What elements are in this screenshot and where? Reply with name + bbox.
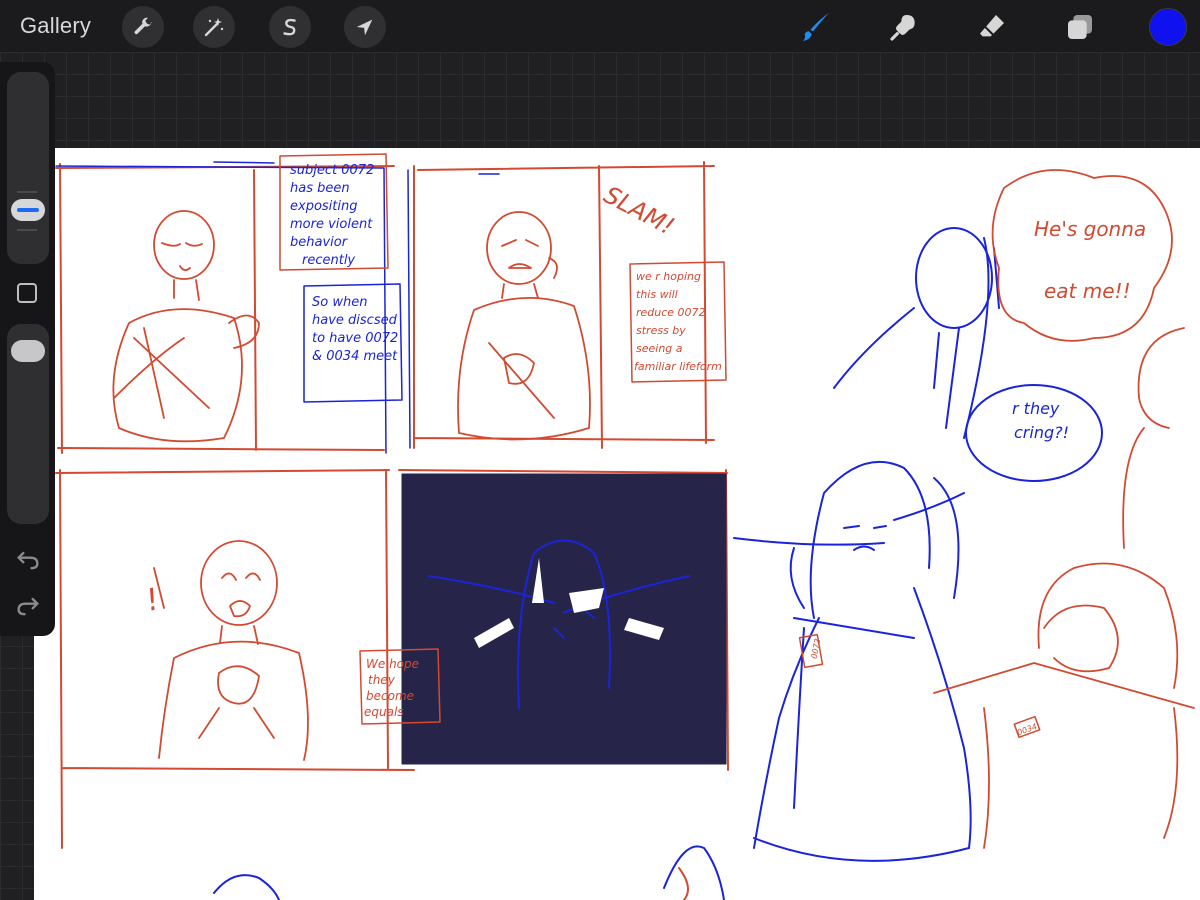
brush-tool[interactable] — [797, 8, 835, 46]
note1-line4: more violent — [290, 217, 373, 232]
smudge-tool[interactable] — [885, 8, 923, 46]
left-sidebar — [0, 62, 55, 636]
note3-line4: stress by — [636, 324, 686, 337]
brush-icon — [803, 12, 829, 42]
blue-figure-top — [833, 227, 1103, 482]
speech1-line1: He's gonna — [1034, 217, 1146, 241]
note3-line6: familiar lifeform — [634, 360, 722, 373]
top-toolbar: Gallery — [0, 0, 1200, 52]
selection-button[interactable] — [269, 6, 311, 48]
note1-line2: has been — [290, 181, 350, 196]
note1-line6: recently — [302, 253, 355, 268]
size-tick-bottom — [17, 229, 37, 231]
note2-line2: have discsed — [312, 313, 398, 328]
wrench-icon — [134, 17, 153, 35]
selection-s-icon — [283, 18, 296, 36]
eraser-icon — [980, 15, 1004, 37]
transform-button[interactable] — [344, 6, 386, 48]
eraser-tool[interactable] — [973, 8, 1011, 46]
panel1-character — [112, 210, 260, 443]
color-picker-button[interactable] — [1149, 8, 1187, 46]
smudge-icon — [890, 15, 915, 41]
bottom-scribbles — [213, 845, 725, 900]
svg-text:r they cring?!: r they cring?! — [1012, 399, 1069, 442]
undo-icon — [17, 551, 39, 570]
actions-button[interactable] — [122, 6, 164, 48]
brush-size-thumb[interactable] — [11, 199, 45, 221]
note1-line1: subject 0072 — [290, 163, 374, 178]
exclaim-mark: ! — [142, 582, 163, 619]
opacity-thumb[interactable] — [11, 340, 45, 362]
note1-line3: expositing — [290, 199, 357, 214]
speech2-line1: r they — [1012, 399, 1060, 418]
note3-line1: we r hoping — [636, 270, 701, 283]
panel3-character — [153, 540, 309, 761]
speech1-bubble — [991, 169, 1173, 342]
undo-button[interactable] — [14, 546, 42, 574]
note2-line4: & 0034 meet — [312, 349, 398, 364]
svg-text:we r hoping this will: we r hoping this will reduce 0072 stress… — [634, 270, 722, 373]
layers-icon — [1068, 15, 1092, 39]
note2-line3: to have 0072 — [312, 331, 398, 346]
svg-text:He's gonna eat me!!: He's gonna eat me!! — [1034, 217, 1153, 303]
redo-icon — [17, 597, 39, 616]
note2: So when have discsed to have 0072 & 0034… — [303, 283, 403, 403]
move-arrow-icon — [356, 19, 373, 36]
redo-button[interactable] — [14, 592, 42, 620]
opacity-slider[interactable] — [7, 324, 49, 524]
note3-line2: this will — [636, 288, 678, 301]
artwork: subject 0072 has been expositing more vi… — [55, 153, 1195, 900]
note4-line4: equals — [364, 705, 404, 719]
panel2-character — [457, 211, 591, 441]
adjustments-button[interactable] — [193, 6, 235, 48]
drawing-canvas[interactable]: subject 0072 has been expositing more vi… — [34, 148, 1200, 900]
note1-line5: behavior — [290, 235, 349, 250]
brush-size-slider[interactable] — [7, 72, 49, 264]
note2-line1: So when — [312, 295, 367, 310]
svg-text:So when have discsed: So when have discsed to have 0072 & 0034… — [312, 295, 402, 364]
slam-sfx: SLAM! — [599, 181, 679, 241]
note3: we r hoping this will reduce 0072 stress… — [629, 261, 727, 383]
magic-wand-icon — [204, 18, 224, 37]
panel-frames-blue — [55, 161, 500, 454]
note4-line1: We hope — [366, 657, 419, 671]
note4-line2: they — [368, 673, 396, 687]
modify-button[interactable] — [17, 283, 37, 303]
speech1-line2: eat me!! — [1044, 279, 1131, 303]
dark-panel — [401, 473, 727, 765]
note3-line3: reduce 0072 — [636, 306, 706, 319]
note1: subject 0072 has been expositing more vi… — [279, 153, 389, 271]
size-tick-top — [17, 191, 37, 193]
note4-line3: become — [366, 689, 414, 703]
gallery-button[interactable]: Gallery — [20, 13, 91, 39]
elf-character — [733, 460, 972, 862]
speech2-line2: cring?! — [1014, 423, 1069, 442]
note3-line5: seeing a — [636, 342, 683, 355]
size-indicator — [17, 208, 39, 212]
svg-text:subject 0072 has been: subject 0072 has been expositing more vi… — [290, 163, 378, 268]
layers-button[interactable] — [1061, 8, 1099, 46]
